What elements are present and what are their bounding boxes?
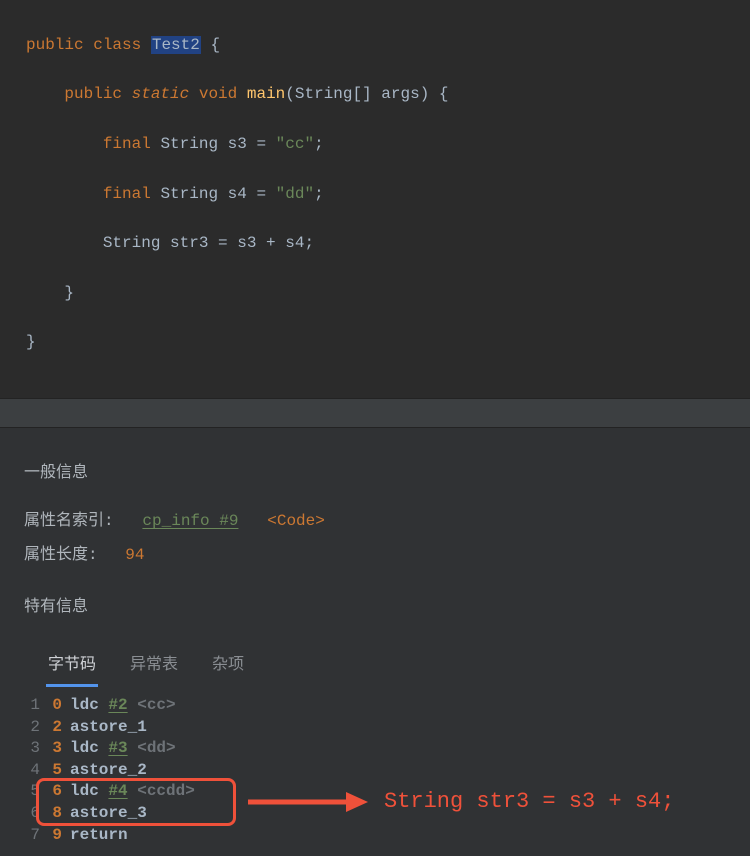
section-specific: 特有信息	[24, 592, 726, 616]
callout-text: String str3 = s3 + s4;	[384, 787, 674, 817]
bytecode-listing: 1 0 ldc #2 <cc> 2 2 astore_1 3 3 ldc #3 …	[24, 695, 726, 846]
arrow-icon	[248, 787, 368, 817]
bytecode-row[interactable]: 2 2 astore_1	[24, 717, 726, 739]
code-tag: <Code>	[267, 512, 325, 530]
bytecode-tabs: 字节码 异常表 杂项	[24, 644, 726, 687]
info-panel: 一般信息 属性名索引: cp_info #9 <Code> 属性长度: 94 特…	[0, 428, 750, 856]
bytecode-row[interactable]: 4 5 astore_2	[24, 760, 726, 782]
cp-info-link[interactable]: cp_info #9	[142, 512, 238, 530]
bytecode-row[interactable]: 3 3 ldc #3 <dd>	[24, 738, 726, 760]
kw-class: class	[93, 36, 141, 54]
tab-bytecode[interactable]: 字节码	[46, 644, 98, 687]
code-editor[interactable]: public class Test2 { public static void …	[0, 0, 750, 398]
cp-ref-link[interactable]: #4	[108, 782, 127, 800]
attr-index-label: 属性名索引:	[24, 512, 114, 530]
attr-length-value: 94	[125, 546, 144, 564]
method-main: main	[247, 85, 285, 103]
bytecode-row[interactable]: 1 0 ldc #2 <cc>	[24, 695, 726, 717]
tab-exception-table[interactable]: 异常表	[128, 644, 180, 687]
attr-length-label: 属性长度:	[24, 546, 98, 564]
class-name: Test2	[151, 36, 201, 54]
kw-public: public	[26, 36, 84, 54]
cp-ref-link[interactable]: #3	[108, 739, 127, 757]
tab-misc[interactable]: 杂项	[210, 644, 246, 687]
bytecode-row[interactable]: 7 9 return	[24, 825, 726, 847]
section-general: 一般信息	[24, 458, 726, 482]
cp-ref-link[interactable]: #2	[108, 696, 127, 714]
separator-bar	[0, 398, 750, 428]
